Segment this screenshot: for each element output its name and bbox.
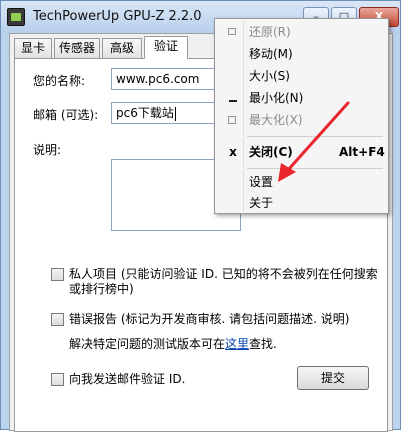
restore-icon (228, 28, 236, 35)
beta-note-suffix: 查找. (249, 337, 277, 351)
email-label: 邮箱 (可选): (33, 108, 99, 122)
private-checkbox[interactable] (51, 268, 64, 281)
email-field-value: pc6下载站 (116, 106, 174, 120)
menu-item-settings[interactable]: 设置 (217, 171, 387, 193)
name-field-value: www.pc6.com (116, 72, 200, 86)
window-title: TechPowerUp GPU-Z 2.2.0 (33, 9, 202, 24)
private-checkbox-label: 私人项目 (只能访问验证 ID. 已知的将不会被列在任何搜索或排行榜中) (69, 267, 378, 296)
menu-item-maximize-label: 最大化(X) (249, 113, 303, 127)
text-caret (174, 106, 176, 121)
menu-item-restore-label: 还原(R) (249, 25, 291, 39)
menu-item-size-label: 大小(S) (249, 69, 290, 83)
menu-item-move-label: 移动(M) (249, 47, 293, 61)
tab-graphics-card[interactable]: 显卡 (14, 38, 52, 58)
beta-note-prefix: 解决特定问题的测试版本可在 (69, 337, 226, 351)
menu-item-maximize[interactable]: 最大化(X) (217, 109, 387, 131)
menu-separator (247, 136, 383, 137)
menu-item-move[interactable]: 移动(M) (217, 43, 387, 65)
submit-button[interactable]: 提交 (297, 366, 369, 390)
bug-report-checkbox-label: 错误报告 (标记为开发商审核. 请包括问题描述. 说明) (69, 312, 350, 326)
name-label: 您的名称: (33, 74, 86, 88)
beta-note: 解决特定问题的测试版本可在这里查找. (69, 335, 277, 352)
menu-item-settings-label: 设置 (249, 175, 274, 189)
tab-validation[interactable]: 验证 (144, 36, 188, 59)
menu-item-minimize-label: 最小化(N) (249, 91, 304, 105)
email-me-checkbox[interactable] (51, 373, 64, 386)
menu-item-close-label: 关闭(C) (249, 145, 293, 159)
beta-note-link[interactable]: 这里 (225, 337, 249, 351)
menu-item-restore[interactable]: 还原(R) (217, 21, 387, 43)
gpuz-app-icon[interactable] (7, 8, 25, 26)
menu-item-close[interactable]: x 关闭(C) Alt+F4 (217, 141, 387, 163)
maximize-icon (228, 116, 236, 124)
tab-advanced[interactable]: 高级 (102, 38, 142, 58)
menu-item-size[interactable]: 大小(S) (217, 65, 387, 87)
close-icon: x (229, 145, 237, 159)
menu-separator (247, 168, 383, 169)
bug-report-checkbox[interactable] (51, 313, 64, 326)
menu-item-close-shortcut: Alt+F4 (339, 145, 385, 159)
menu-item-about-label: 关于 (249, 196, 274, 210)
menu-item-minimize[interactable]: 最小化(N) (217, 87, 387, 109)
minimize-icon (229, 100, 237, 102)
menu-item-about[interactable]: 关于 (217, 192, 387, 214)
description-label: 说明: (33, 143, 62, 157)
system-menu: 还原(R) 移动(M) 大小(S) 最小化(N) 最大化(X) x 关闭(C) … (214, 18, 389, 214)
tab-sensors[interactable]: 传感器 (54, 38, 100, 58)
